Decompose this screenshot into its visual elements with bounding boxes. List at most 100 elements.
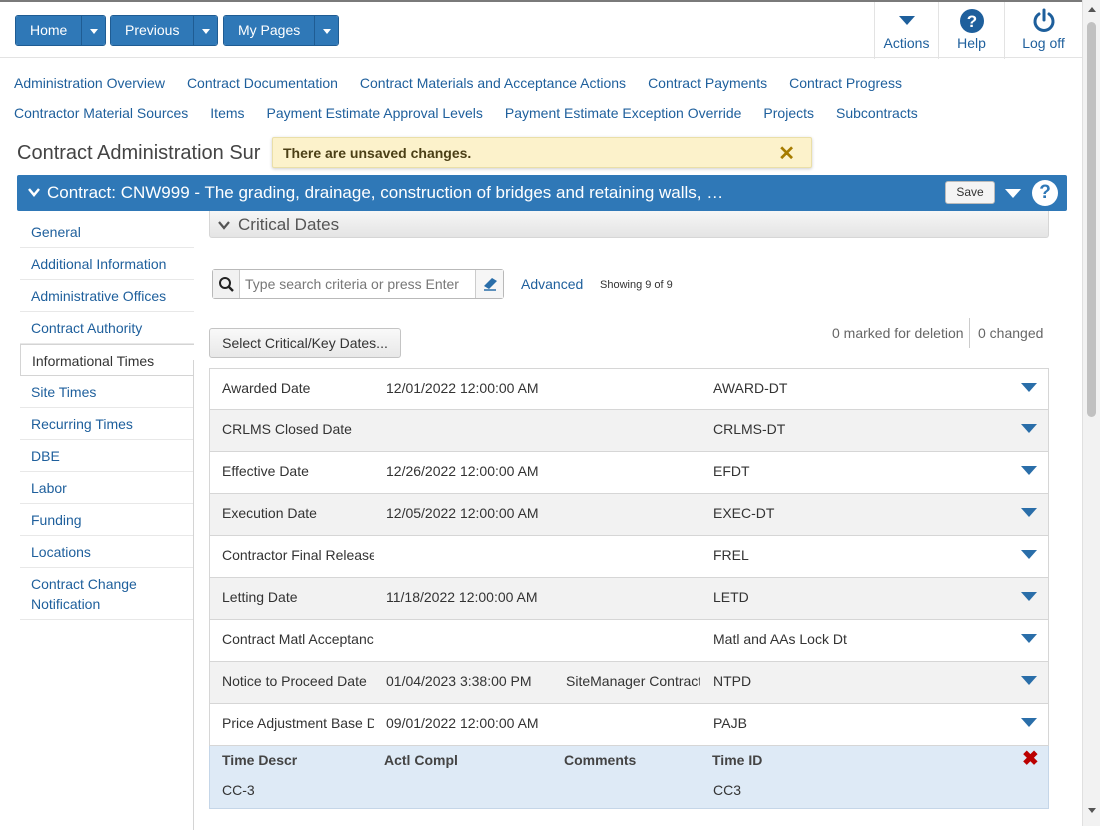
time-descr: Letting Date <box>222 589 298 605</box>
time-id: CRLMS-DT <box>713 421 786 437</box>
my-pages-dropdown-button[interactable] <box>314 16 339 45</box>
actl-compl: 12/05/2022 12:00:00 AM <box>386 505 539 521</box>
time-id: PAJB <box>713 715 747 731</box>
time-descr: Notice to Proceed Date <box>222 673 367 689</box>
list-item[interactable]: CRLMS Closed Date CRLMS-DT <box>209 410 1049 452</box>
scrollbar-thumb[interactable] <box>1087 22 1096 417</box>
row-menu-icon[interactable] <box>1021 508 1037 517</box>
power-icon <box>1033 8 1054 32</box>
save-button[interactable]: Save <box>945 181 995 204</box>
help-button[interactable]: ? Help <box>938 2 1004 59</box>
row-menu-icon[interactable] <box>1021 466 1037 475</box>
link-subcontracts[interactable]: Subcontracts <box>836 105 918 121</box>
actions-button[interactable]: Actions <box>874 2 938 59</box>
help-label: Help <box>957 35 986 51</box>
comments: SiteManager Contract <box>566 673 700 689</box>
time-descr: Contractor Final Release <box>222 547 374 563</box>
actl-compl: 12/26/2022 12:00:00 AM <box>386 463 539 479</box>
close-icon[interactable]: ✕ <box>778 141 795 166</box>
link-contract-materials-acceptance[interactable]: Contract Materials and Acceptance Action… <box>360 75 626 91</box>
logoff-button[interactable]: Log off <box>1004 2 1082 59</box>
marked-for-deletion-count: 0 marked for deletion <box>832 325 964 341</box>
row-menu-icon[interactable] <box>1021 718 1037 727</box>
previous-dropdown-button[interactable] <box>193 16 218 45</box>
advanced-search-link[interactable]: Advanced <box>521 276 583 292</box>
menu-dropdown-icon[interactable] <box>1005 189 1021 198</box>
previous-button[interactable]: Previous <box>111 16 194 45</box>
time-id-value[interactable]: CC3 <box>713 782 741 798</box>
scroll-down-icon[interactable] <box>1088 808 1096 813</box>
list-item[interactable]: Execution Date 12/05/2022 12:00:00 AM EX… <box>209 494 1049 536</box>
home-dropdown-button[interactable] <box>81 16 106 45</box>
list-item[interactable]: Notice to Proceed Date 01/04/2023 3:38:0… <box>209 662 1049 704</box>
nav-item-contract-change-notification[interactable]: Contract Change Notification <box>20 568 194 620</box>
actl-compl: 12/01/2022 12:00:00 AM <box>386 380 539 396</box>
search-icon[interactable] <box>213 270 240 298</box>
my-pages-button[interactable]: My Pages <box>224 16 315 45</box>
chevron-down-icon[interactable] <box>27 185 41 199</box>
nav-item-labor[interactable]: Labor <box>20 472 194 504</box>
list-item[interactable]: Contractor Final Release FREL <box>209 536 1049 578</box>
nav-item-contract-authority[interactable]: Contract Authority <box>20 312 194 344</box>
nav-item-additional-information[interactable]: Additional Information <box>20 248 194 280</box>
nav-item-site-times[interactable]: Site Times <box>20 376 194 408</box>
time-descr: CRLMS Closed Date <box>222 421 352 437</box>
contract-title: Contract: CNW999 - The grading, drainage… <box>47 183 724 202</box>
showing-count: Showing 9 of 9 <box>600 279 673 291</box>
link-contract-documentation[interactable]: Contract Documentation <box>187 75 338 91</box>
row-menu-icon[interactable] <box>1021 676 1037 685</box>
time-id: EFDT <box>713 463 750 479</box>
previous-button-group: Previous <box>110 15 219 46</box>
search-input[interactable]: Type search criteria or press Enter <box>245 276 459 292</box>
row-menu-icon[interactable] <box>1021 550 1037 559</box>
time-descr-header: Time Descr <box>222 752 298 768</box>
link-projects[interactable]: Projects <box>763 105 814 121</box>
contract-header-bar[interactable]: Contract: CNW999 - The grading, drainage… <box>17 175 1067 211</box>
list-item[interactable]: Letting Date 11/18/2022 12:00:00 AM LETD <box>209 578 1049 620</box>
time-descr-value[interactable]: CC-3 <box>222 782 255 798</box>
time-id: EXEC-DT <box>713 505 775 521</box>
select-critical-key-dates-button[interactable]: Select Critical/Key Dates... <box>209 328 401 358</box>
row-menu-icon[interactable] <box>1021 634 1037 643</box>
links-row-1: Administration Overview Contract Document… <box>14 75 924 91</box>
list-item[interactable]: Price Adjustment Base Date 09/01/2022 12… <box>209 704 1049 746</box>
comments-header: Comments <box>564 752 637 768</box>
nav-item-administrative-offices[interactable]: Administrative Offices <box>20 280 194 312</box>
list-item[interactable]: Effective Date 12/26/2022 12:00:00 AM EF… <box>209 452 1049 494</box>
caret-down-icon <box>90 29 99 34</box>
nav-item-informational-times[interactable]: Informational Times <box>20 344 194 376</box>
nav-item-dbe[interactable]: DBE <box>20 440 194 472</box>
link-contractor-material-sources[interactable]: Contractor Material Sources <box>14 105 188 121</box>
list-item[interactable]: Contract Matl Acceptance Matl and AAs Lo… <box>209 620 1049 662</box>
home-button[interactable]: Home <box>16 16 82 45</box>
caret-down-icon <box>202 29 211 34</box>
page-scrollbar[interactable] <box>1082 0 1100 826</box>
row-menu-icon[interactable] <box>1021 424 1037 433</box>
link-payment-estimate-approval-levels[interactable]: Payment Estimate Approval Levels <box>267 105 483 121</box>
actl-compl-header: Actl Compl <box>384 752 458 768</box>
nav-item-locations[interactable]: Locations <box>20 536 194 568</box>
unsaved-changes-toast: There are unsaved changes. ✕ <box>272 137 812 168</box>
my-pages-button-group: My Pages <box>223 15 340 46</box>
nav-item-funding[interactable]: Funding <box>20 504 194 536</box>
link-payment-estimate-exception-override[interactable]: Payment Estimate Exception Override <box>505 105 742 121</box>
nav-item-general[interactable]: General <box>20 216 194 248</box>
delete-icon[interactable]: ✖ <box>1022 746 1039 771</box>
link-items[interactable]: Items <box>210 105 244 121</box>
nav-item-recurring-times[interactable]: Recurring Times <box>20 408 194 440</box>
actions-label: Actions <box>883 35 930 51</box>
nav-divider <box>193 360 194 830</box>
list-item[interactable]: Awarded Date 12/01/2022 12:00:00 AM AWAR… <box>209 368 1049 410</box>
time-descr: Awarded Date <box>222 380 311 396</box>
link-contract-payments[interactable]: Contract Payments <box>648 75 767 91</box>
row-menu-icon[interactable] <box>1021 592 1037 601</box>
scroll-up-icon[interactable] <box>1088 7 1096 12</box>
link-administration-overview[interactable]: Administration Overview <box>14 75 165 91</box>
time-id: AWARD-DT <box>713 380 788 396</box>
row-menu-icon[interactable] <box>1021 383 1037 392</box>
critical-dates-section-header[interactable]: Critical Dates <box>209 211 1049 238</box>
help-icon[interactable]: ? <box>1032 180 1058 206</box>
eraser-icon[interactable] <box>475 270 503 298</box>
new-entry-row[interactable]: Time Descr Actl Compl Comments Time ID C… <box>209 746 1049 809</box>
link-contract-progress[interactable]: Contract Progress <box>789 75 902 91</box>
